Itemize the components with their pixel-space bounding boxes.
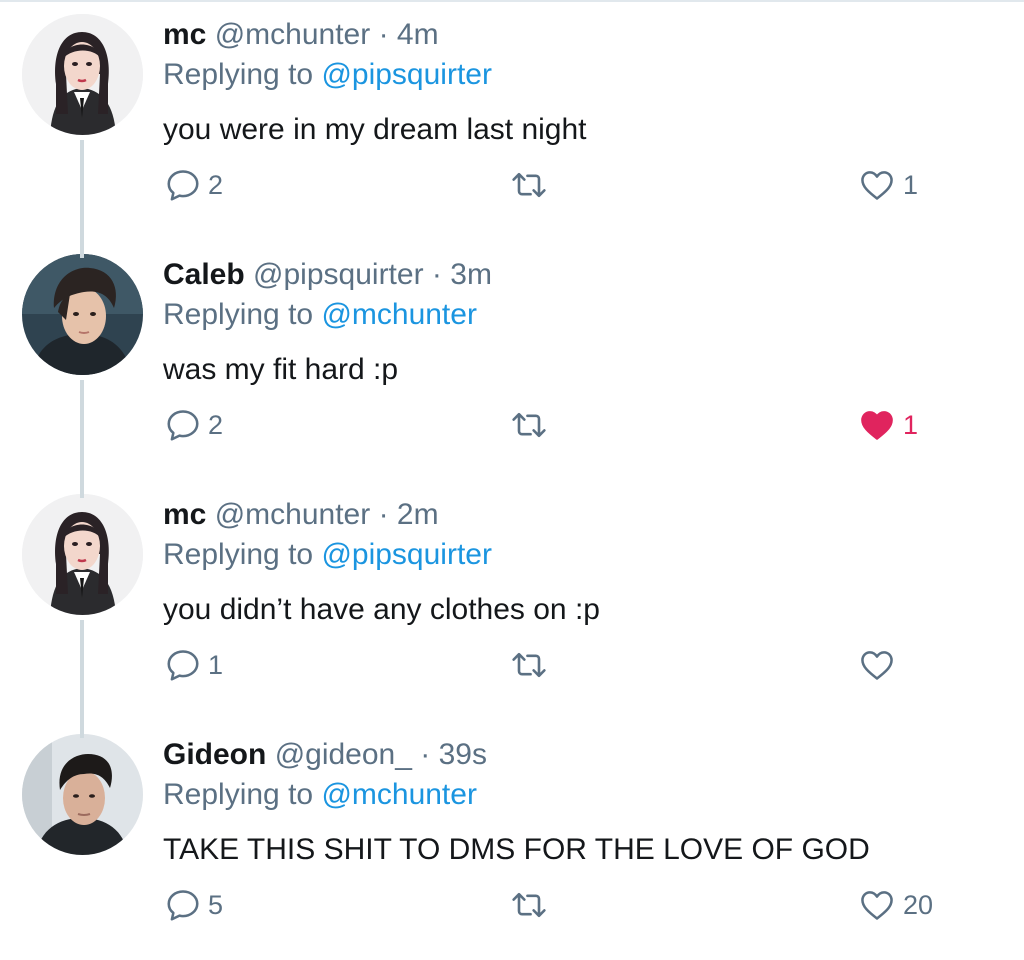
tweet-header: Gideon @gideon_ · 39s xyxy=(163,736,487,774)
retweet-icon xyxy=(512,892,546,918)
retweet-icon xyxy=(512,652,546,678)
tweet-actions: 1 xyxy=(0,640,1024,690)
reply-icon xyxy=(167,170,199,201)
separator-dot: · xyxy=(378,18,389,51)
timestamp[interactable]: 4m xyxy=(397,18,439,51)
mention-link[interactable]: @mchunter xyxy=(321,298,477,331)
avatar-image xyxy=(22,14,143,135)
reply-button[interactable]: 2 xyxy=(164,166,223,204)
mention-link[interactable]: @pipsquirter xyxy=(321,58,492,91)
replying-to: Replying to @mchunter xyxy=(163,776,477,814)
separator-dot: · xyxy=(420,738,431,771)
heart-icon xyxy=(861,651,893,680)
thread-connector-line xyxy=(80,140,84,258)
tweet-text: was my fit hard :p xyxy=(163,353,399,386)
retweet-icon xyxy=(512,412,546,438)
timestamp[interactable]: 3m xyxy=(450,258,492,291)
user-handle[interactable]: @mchunter xyxy=(215,18,371,51)
reply-count: 5 xyxy=(208,890,224,920)
retweet-icon xyxy=(512,172,546,198)
tweet[interactable]: mc @mchunter · 4m Replying to @pipsquirt… xyxy=(0,0,1024,240)
like-button[interactable]: 1 xyxy=(857,406,918,444)
tweet[interactable]: mc @mchunter · 2m Replying to @pipsquirt… xyxy=(0,480,1024,720)
thread-connector-line xyxy=(80,380,84,498)
tweet-header: mc @mchunter · 2m xyxy=(163,496,439,534)
mention-link[interactable]: @mchunter xyxy=(321,778,477,811)
replying-to-label: Replying to xyxy=(163,58,314,91)
like-count: 20 xyxy=(903,890,934,920)
user-handle[interactable]: @pipsquirter xyxy=(253,258,424,291)
display-name[interactable]: Caleb xyxy=(163,258,245,291)
like-count: 1 xyxy=(903,170,919,200)
separator-dot: · xyxy=(378,498,389,531)
replying-to-label: Replying to xyxy=(163,778,314,811)
like-count: 1 xyxy=(903,410,919,440)
timestamp[interactable]: 2m xyxy=(397,498,439,531)
user-handle[interactable]: @gideon_ xyxy=(275,738,412,771)
reply-button[interactable]: 2 xyxy=(164,406,223,444)
tweet[interactable]: Gideon @gideon_ · 39s Replying to @mchun… xyxy=(0,720,1024,960)
reply-count: 1 xyxy=(208,650,224,680)
reply-icon xyxy=(167,650,199,681)
reply-icon xyxy=(167,890,199,921)
like-button[interactable]: 1 xyxy=(857,166,918,204)
replying-to: Replying to @pipsquirter xyxy=(163,56,492,94)
heart-icon xyxy=(861,891,893,920)
replying-to: Replying to @mchunter xyxy=(163,296,477,334)
retweet-button[interactable] xyxy=(509,886,555,924)
separator-dot: · xyxy=(431,258,442,291)
display-name[interactable]: mc xyxy=(163,498,206,531)
tweet[interactable]: Caleb @pipsquirter · 3m Replying to @mch… xyxy=(0,240,1024,480)
like-button[interactable] xyxy=(857,646,903,684)
display-name[interactable]: Gideon xyxy=(163,738,266,771)
display-name[interactable]: mc xyxy=(163,18,206,51)
avatar-image xyxy=(22,254,143,375)
mc-avatar[interactable] xyxy=(22,14,143,135)
retweet-button[interactable] xyxy=(509,406,555,444)
caleb-avatar[interactable] xyxy=(22,254,143,375)
reply-button[interactable]: 5 xyxy=(164,886,223,924)
retweet-button[interactable] xyxy=(509,646,555,684)
tweet-text: you didn’t have any clothes on :p xyxy=(163,593,600,626)
tweet-header: mc @mchunter · 4m xyxy=(163,16,439,54)
reply-count: 2 xyxy=(208,170,224,200)
avatar-image xyxy=(22,494,143,615)
heart-icon xyxy=(861,171,893,200)
gideon-avatar[interactable] xyxy=(22,734,143,855)
timestamp[interactable]: 39s xyxy=(439,738,487,771)
thread-connector-line xyxy=(80,620,84,738)
tweet-text: you were in my dream last night xyxy=(163,113,587,146)
reply-icon xyxy=(167,410,199,441)
heart-icon xyxy=(861,411,893,440)
tweet-actions: 5 20 xyxy=(0,880,1024,930)
avatar-image xyxy=(22,734,143,855)
tweet-header: Caleb @pipsquirter · 3m xyxy=(163,256,492,294)
reply-count: 2 xyxy=(208,410,224,440)
mc-avatar[interactable] xyxy=(22,494,143,615)
reply-button[interactable]: 1 xyxy=(164,646,223,684)
like-button[interactable]: 20 xyxy=(857,886,933,924)
replying-to-label: Replying to xyxy=(163,538,314,571)
tweet-actions: 2 1 xyxy=(0,160,1024,210)
retweet-button[interactable] xyxy=(509,166,555,204)
tweet-actions: 2 1 xyxy=(0,400,1024,450)
user-handle[interactable]: @mchunter xyxy=(215,498,371,531)
replying-to-label: Replying to xyxy=(163,298,314,331)
mention-link[interactable]: @pipsquirter xyxy=(321,538,492,571)
replying-to: Replying to @pipsquirter xyxy=(163,536,492,574)
tweet-text: TAKE THIS SHIT TO DMS FOR THE LOVE OF GO… xyxy=(163,833,870,866)
